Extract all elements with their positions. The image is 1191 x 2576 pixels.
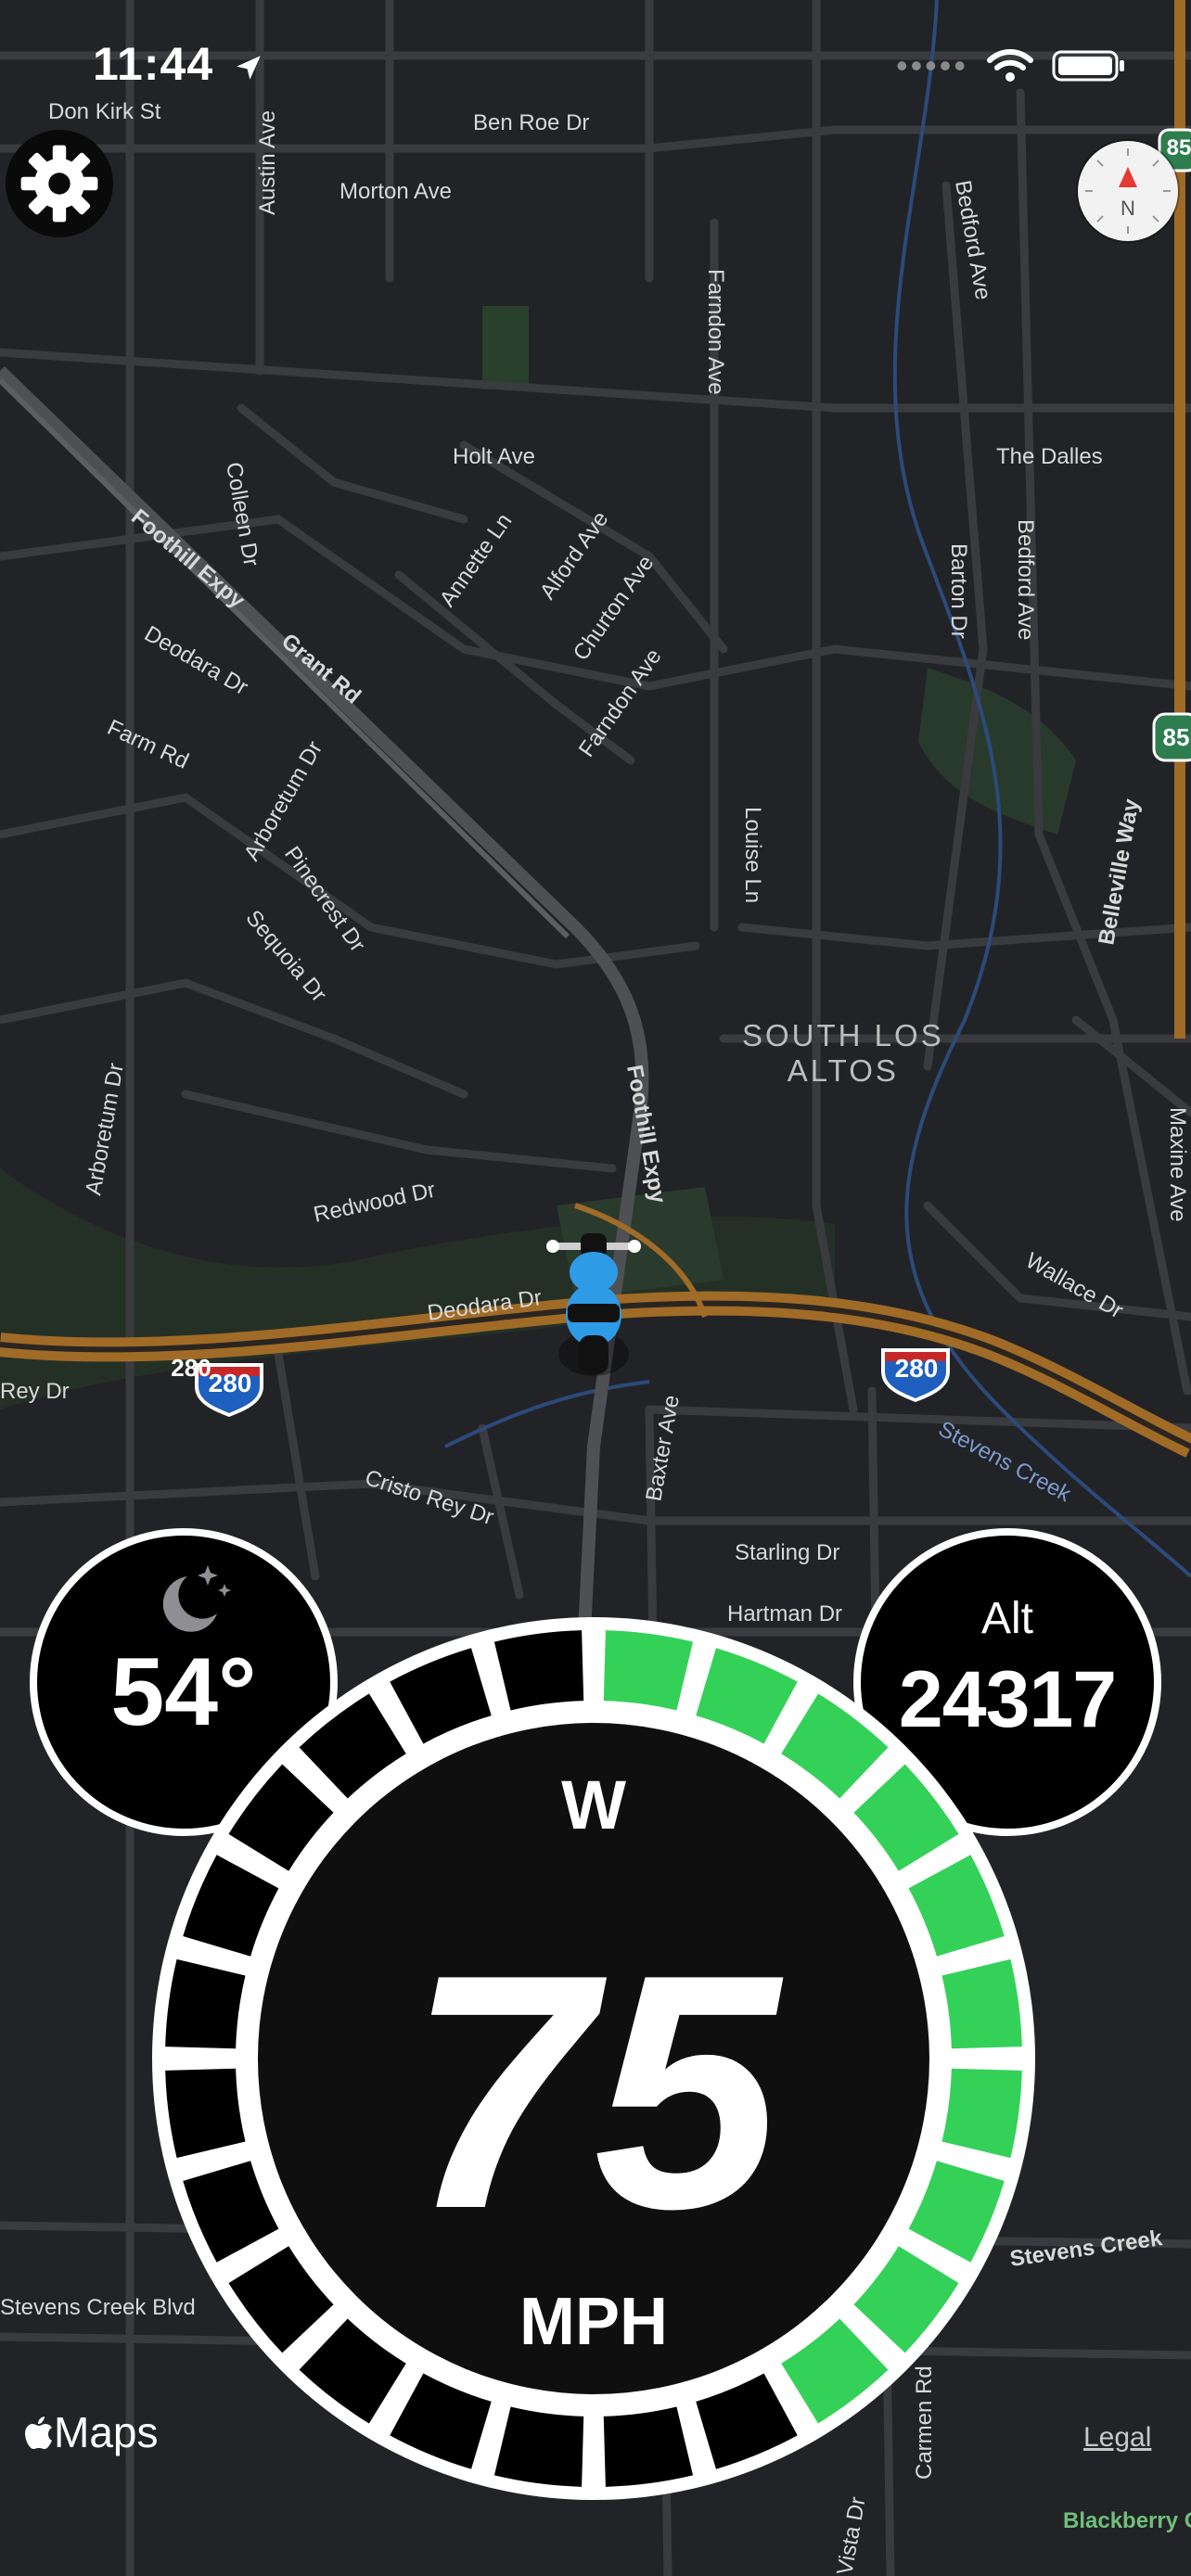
maps-logo-text: Maps [54, 2408, 159, 2456]
speed-value: 75 [408, 1906, 787, 2278]
street-label: Louise Ln [740, 807, 765, 903]
street-label: Blackberry Golf Co [1063, 2508, 1191, 2533]
maps-logo: Maps [24, 2407, 158, 2457]
wifi-icon [987, 49, 1033, 82]
compass-icon: N [1085, 148, 1171, 234]
legal-link[interactable]: Legal [1083, 2422, 1151, 2454]
apple-logo-icon [25, 2417, 52, 2449]
street-label: Barton Dr [946, 543, 971, 639]
street-label: Farndon Ave [703, 269, 728, 395]
location-arrow-icon [237, 56, 261, 80]
street-label: Morton Ave [339, 179, 452, 204]
signal-dots-icon: ••••• [895, 46, 968, 84]
route-number: 85 [1162, 723, 1190, 751]
interstate-number: 280 [894, 1354, 939, 1383]
street-label: The Dalles [996, 444, 1103, 469]
compass-button[interactable]: N [1078, 141, 1178, 241]
interstate-number: 280 [208, 1369, 252, 1397]
gear-icon [20, 145, 98, 223]
svg-text:N: N [1121, 197, 1135, 220]
street-label: Rey Dr [0, 1379, 70, 1404]
status-time: 11:44 [93, 37, 264, 91]
street-label: Maxine Ave [1165, 1107, 1190, 1222]
heading-direction: W [561, 1766, 626, 1843]
street-label: Austin Ave [255, 110, 280, 215]
street-label: Ben Roe Dr [473, 110, 589, 135]
speed-unit: MPH [519, 2285, 668, 2359]
speedometer-gauge: W 75 MPH [152, 1617, 1035, 2500]
street-label: Don Kirk St [48, 99, 161, 124]
street-label: Bedford Ave [1013, 519, 1038, 640]
street-label: Starling Dr [735, 1540, 839, 1565]
district-label: SOUTH LOS ALTOS [742, 1018, 944, 1088]
status-time-text: 11:44 [93, 38, 214, 90]
street-label: Holt Ave [453, 444, 535, 469]
status-icons: ••••• [896, 48, 1126, 83]
battery-icon [1052, 50, 1124, 82]
settings-button[interactable] [6, 130, 113, 237]
